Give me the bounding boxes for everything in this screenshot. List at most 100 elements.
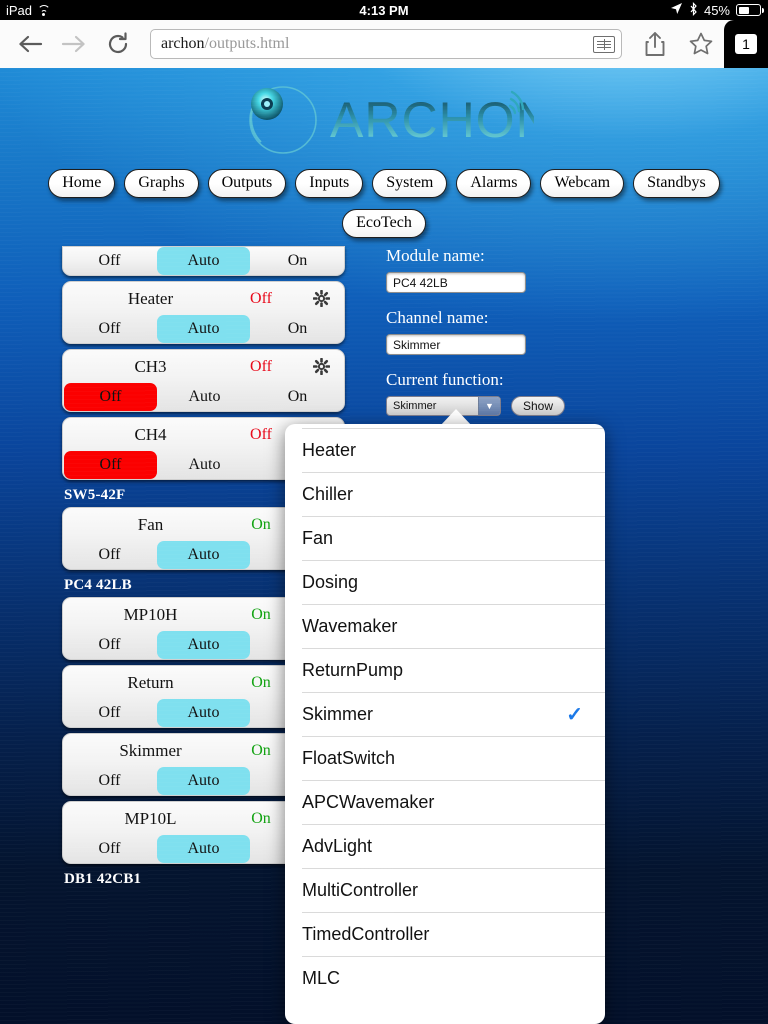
mode-button-off[interactable]: Off: [63, 767, 156, 795]
function-option-returnpump[interactable]: ReturnPump✓: [302, 648, 605, 692]
function-option-label: MLC: [302, 968, 341, 988]
mode-button-on[interactable]: On: [251, 247, 344, 275]
output-card: CH3 Off Off Auto On: [62, 349, 345, 412]
mode-button-on[interactable]: On: [251, 315, 344, 343]
gear-icon[interactable]: [304, 358, 338, 375]
mode-button-off[interactable]: Off: [63, 541, 156, 569]
bookmark-star-icon[interactable]: [678, 24, 724, 64]
nav-item-alarms[interactable]: Alarms: [456, 169, 532, 198]
mode-button-auto[interactable]: Auto: [158, 451, 251, 479]
function-option-label: TimedController: [302, 924, 430, 944]
safari-toolbar: archon/outputs.html 1: [0, 20, 768, 68]
function-option-wavemaker[interactable]: Wavemaker✓: [302, 604, 605, 648]
function-option-label: FloatSwitch: [302, 748, 396, 768]
output-card: Heater Off Off Auto On: [62, 281, 345, 344]
function-option-label: Wavemaker: [302, 616, 398, 636]
nav-item-ecotech[interactable]: EcoTech: [342, 209, 426, 238]
nav-item-graphs[interactable]: Graphs: [124, 169, 199, 198]
nav-item-home[interactable]: Home: [48, 169, 116, 198]
output-card-header: CH3 Off: [63, 350, 344, 383]
function-option-apcwavemaker[interactable]: APCWavemaker✓: [302, 780, 605, 824]
output-card: Off Auto On: [62, 246, 345, 276]
function-option-dosing[interactable]: Dosing✓: [302, 560, 605, 604]
reload-icon[interactable]: [96, 24, 140, 64]
mode-button-auto[interactable]: Auto: [158, 383, 251, 411]
function-option-skimmer[interactable]: Skimmer ✓: [302, 692, 605, 736]
show-button[interactable]: Show: [511, 396, 566, 416]
secondary-nav-row: EcoTech: [0, 209, 768, 238]
function-options-list: Heater✓Chiller✓Fan✓Dosing✓Wavemaker✓Retu…: [285, 424, 605, 1000]
nav-item-webcam[interactable]: Webcam: [540, 169, 625, 198]
mode-button-off[interactable]: Off: [63, 315, 156, 343]
output-status-badge: Off: [250, 289, 272, 307]
share-icon[interactable]: [632, 24, 678, 64]
mode-button-off[interactable]: Off: [63, 631, 156, 659]
back-arrow-icon[interactable]: [8, 24, 52, 64]
mode-button-off[interactable]: Off: [64, 451, 157, 479]
function-option-multicontroller[interactable]: MultiController✓: [302, 868, 605, 912]
mode-button-off[interactable]: Off: [63, 835, 156, 863]
svg-text:ARCHON: ARCHON: [330, 92, 534, 148]
forward-arrow-icon[interactable]: [52, 24, 96, 64]
webpage-content: ARCHON Home Graphs Outputs Inputs System Alar…: [0, 68, 768, 1024]
output-channel-name: CH3: [134, 356, 167, 376]
tab-count-button[interactable]: 1: [724, 20, 768, 68]
mode-button-auto[interactable]: Auto: [157, 767, 250, 795]
mode-button-auto[interactable]: Auto: [157, 835, 250, 863]
output-channel-name: MP10H: [123, 604, 178, 624]
function-option-label: MultiController: [302, 880, 419, 900]
url-host: archon: [161, 35, 205, 52]
function-option-label: APCWavemaker: [302, 792, 435, 812]
tab-count-label: 1: [735, 34, 757, 54]
function-option-label: Chiller: [302, 484, 354, 504]
mode-button-auto[interactable]: Auto: [157, 699, 250, 727]
output-mode-segmented-control: OffAutoOn: [63, 383, 344, 411]
nav-item-inputs[interactable]: Inputs: [295, 169, 364, 198]
mode-button-off[interactable]: Off: [63, 247, 156, 275]
module-name-input[interactable]: PC4 42LB: [386, 272, 526, 293]
function-option-label: Dosing: [302, 572, 359, 592]
main-nav-row: Home Graphs Outputs Inputs System Alarms Webca…: [0, 169, 768, 198]
nav-item-standbys[interactable]: Standbys: [633, 169, 720, 198]
gear-icon[interactable]: [304, 290, 338, 307]
output-mode-segmented-control: OffAutoOn: [63, 247, 344, 275]
bluetooth-icon: [689, 1, 698, 19]
ios-status-bar: iPad 4:13 PM 45%: [0, 0, 768, 20]
channel-name-input[interactable]: Skimmer: [386, 334, 526, 355]
battery-percent-label: 45%: [703, 2, 730, 18]
output-channel-name: Fan: [137, 514, 164, 534]
mode-button-off[interactable]: Off: [64, 383, 157, 411]
function-option-timedcontroller[interactable]: TimedController✓: [302, 912, 605, 956]
mode-button-auto[interactable]: Auto: [157, 541, 250, 569]
mode-button-off[interactable]: Off: [63, 699, 156, 727]
output-channel-name: Return: [127, 672, 174, 692]
function-option-fan[interactable]: Fan✓: [302, 516, 605, 560]
url-input[interactable]: archon/outputs.html: [150, 29, 622, 59]
output-status-badge: Off: [250, 357, 272, 375]
current-function-label: Current function:: [386, 370, 504, 389]
function-option-chiller[interactable]: Chiller✓: [302, 472, 605, 516]
output-mode-segmented-control: OffAutoOn: [63, 315, 344, 343]
output-channel-name: Heater: [127, 288, 174, 308]
function-option-label: AdvLight: [302, 836, 373, 856]
chevron-down-icon[interactable]: ▼: [478, 397, 500, 415]
ipad-screen: iPad 4:13 PM 45% archon/outputs.html 1 A…: [0, 0, 768, 1024]
nav-item-outputs[interactable]: Outputs: [207, 169, 287, 198]
mode-button-auto[interactable]: Auto: [157, 247, 250, 275]
mode-button-on[interactable]: On: [251, 383, 344, 411]
function-option-mlc[interactable]: MLC✓: [302, 956, 605, 1000]
function-option-heater[interactable]: Heater✓: [302, 428, 605, 472]
mode-button-auto[interactable]: Auto: [157, 315, 250, 343]
mode-button-auto[interactable]: Auto: [157, 631, 250, 659]
archon-logo: ARCHON: [0, 80, 768, 158]
url-path: /outputs.html: [204, 35, 290, 52]
function-select-row: Skimmer ▼ Show: [386, 396, 686, 416]
nav-item-system[interactable]: System: [372, 169, 448, 198]
function-option-advlight[interactable]: AdvLight✓: [302, 824, 605, 868]
function-option-label: Heater: [302, 440, 357, 460]
function-dropdown-popover: Heater✓Chiller✓Fan✓Dosing✓Wavemaker✓Retu…: [285, 424, 605, 1024]
reader-view-icon[interactable]: [593, 35, 615, 53]
output-channel-name: MP10L: [124, 808, 177, 828]
battery-icon: [736, 4, 764, 16]
function-option-floatswitch[interactable]: FloatSwitch✓: [302, 736, 605, 780]
